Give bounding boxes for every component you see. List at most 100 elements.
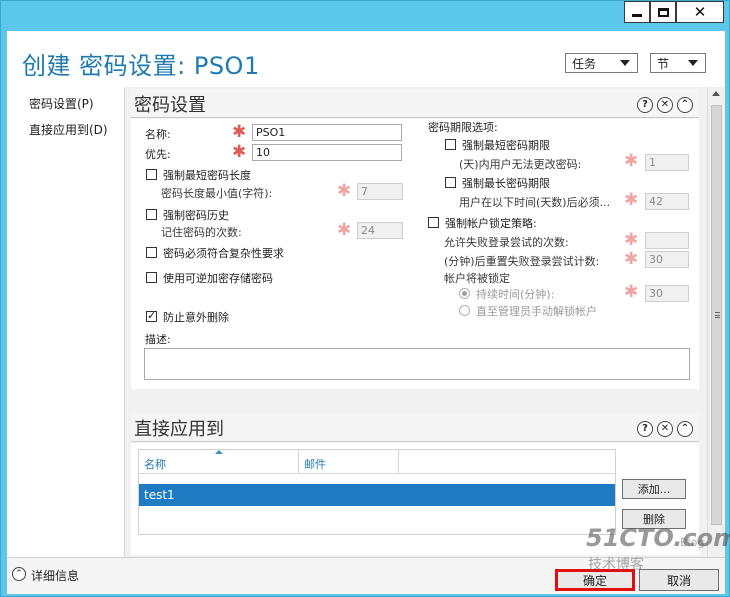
enforce-min-age-checkbox[interactable] <box>445 139 456 150</box>
sections-dropdown-label: 节 <box>657 56 670 71</box>
dialog-client: 创建 密码设置: PSO1 任务 节 密码设置(P) 直接应用到(D) 密码设置… <box>7 31 725 594</box>
header: 创建 密码设置: PSO1 任务 节 <box>7 31 725 87</box>
vertical-scrollbar[interactable] <box>707 87 725 557</box>
nav-item-password-settings[interactable]: 密码设置(P) <box>29 95 94 112</box>
minimize-icon <box>632 14 642 17</box>
min-length-label: 密码长度最小值(字符): <box>161 187 273 200</box>
help-icon[interactable]: ? <box>637 421 653 437</box>
enforce-history-label: 强制密码历史 <box>163 209 229 222</box>
enforce-max-age-label: 强制最长密码期限 <box>462 177 550 190</box>
sections-dropdown[interactable]: 节 <box>650 53 706 73</box>
required-icon: ✱ <box>624 230 639 250</box>
reversible-encryption-checkbox[interactable] <box>146 272 157 283</box>
description-label: 描述: <box>145 333 171 346</box>
grid-header: 名称 邮件 <box>139 450 615 474</box>
ok-button[interactable]: 确定 <box>555 569 635 591</box>
column-header-mail[interactable]: 邮件 <box>304 456 326 472</box>
page-title: 创建 密码设置: PSO1 <box>22 52 260 80</box>
max-age-label: 用户在以下时间(天数)后必须... <box>459 196 611 209</box>
duration-field[interactable]: 30 <box>645 285 689 302</box>
manual-unlock-label: 直至管理员手动解锁帐户 <box>476 305 597 318</box>
lockout-policy-label: 强制帐户锁定策略: <box>445 217 537 230</box>
section-nav: 密码设置(P) 直接应用到(D) <box>7 87 125 557</box>
expand-details-icon[interactable]: ⌃ <box>12 567 26 581</box>
manual-unlock-radio[interactable] <box>459 305 470 316</box>
history-field[interactable]: 24 <box>357 222 403 239</box>
applies-to-grid: 名称 邮件 test1 <box>138 449 616 535</box>
column-header-name[interactable]: 名称 <box>144 456 166 472</box>
required-icon: ✱ <box>232 142 247 162</box>
failed-attempts-field[interactable] <box>645 232 689 249</box>
expiry-options-label: 密码期限选项: <box>428 121 498 134</box>
required-icon: ✱ <box>624 190 639 210</box>
close-icon[interactable]: ✕ <box>657 97 673 113</box>
required-icon: ✱ <box>624 249 639 269</box>
collapse-icon[interactable]: ⌃ <box>677 421 693 437</box>
section-title: 直接应用到 <box>134 419 224 440</box>
collapse-icon[interactable]: ⌃ <box>677 97 693 113</box>
min-age-label: (天)内用户无法更改密码: <box>459 158 582 171</box>
help-icon[interactable]: ? <box>637 97 653 113</box>
duration-radio[interactable] <box>459 288 470 299</box>
required-icon: ✱ <box>624 151 639 171</box>
details-label[interactable]: 详细信息 <box>31 567 79 584</box>
failed-attempts-label: 允许失败登录尝试的次数: <box>444 236 569 249</box>
divider <box>131 117 699 118</box>
dialog-window: ✕ 创建 密码设置: PSO1 任务 节 密码设置(P) 直接应用到(D) 密码… <box>0 0 730 597</box>
password-form: 名称: ✱ PSO1 优先: ✱ 10 强制最短密码长度 密码长度最小值(字符)… <box>131 119 699 389</box>
chevron-down-icon <box>688 60 698 66</box>
nav-item-directly-applies-to[interactable]: 直接应用到(D) <box>29 121 108 138</box>
enforce-min-length-label: 强制最短密码长度 <box>163 169 251 182</box>
tasks-dropdown-label: 任务 <box>572 56 597 71</box>
reversible-encryption-label: 使用可逆加密存储密码 <box>163 272 273 285</box>
scrollbar-thumb[interactable] <box>711 105 722 525</box>
required-icon: ✱ <box>337 220 352 240</box>
chevron-down-icon <box>620 60 630 66</box>
applies-to-panel: 名称 邮件 test1 添加... 删除 <box>131 443 699 555</box>
column-separator[interactable] <box>398 450 399 473</box>
min-length-field[interactable]: 7 <box>357 183 403 200</box>
close-window-button[interactable]: ✕ <box>676 1 724 23</box>
reset-counter-field[interactable]: 30 <box>645 251 689 268</box>
sort-ascending-icon <box>215 450 223 454</box>
remove-button[interactable]: 删除 <box>622 509 686 529</box>
add-button[interactable]: 添加... <box>622 479 686 499</box>
content-scroll-area: 密码设置 ? ✕ ⌃ 名称: ✱ PSO1 优先: ✱ 10 强制最短密码长度 … <box>125 87 707 557</box>
directly-applies-to-section: 直接应用到 ? ✕ ⌃ 名称 邮件 test1 添加... 删除 <box>131 413 699 555</box>
enforce-max-age-checkbox[interactable] <box>445 177 456 188</box>
password-settings-section: 密码设置 ? ✕ ⌃ 名称: ✱ PSO1 优先: ✱ 10 强制最短密码长度 … <box>131 89 699 389</box>
table-row[interactable]: test1 <box>139 484 615 506</box>
enforce-history-checkbox[interactable] <box>146 209 157 220</box>
precedence-field[interactable]: 10 <box>252 144 402 161</box>
scroll-up-icon[interactable] <box>712 91 720 96</box>
close-icon[interactable]: ✕ <box>657 421 673 437</box>
protect-delete-label: 防止意外删除 <box>163 311 229 324</box>
complexity-checkbox[interactable] <box>146 247 157 258</box>
required-icon: ✱ <box>232 122 247 142</box>
close-icon: ✕ <box>693 2 707 21</box>
name-label: 名称: <box>145 128 171 141</box>
grip-icon <box>715 312 720 318</box>
minimize-button[interactable] <box>624 1 650 23</box>
reset-counter-label: (分钟)后重置失败登录尝试计数: <box>444 255 600 268</box>
maximize-button[interactable] <box>650 1 676 23</box>
row-name-cell: test1 <box>144 488 175 502</box>
column-separator[interactable] <box>298 450 299 473</box>
section-title: 密码设置 <box>134 95 206 116</box>
maximize-icon <box>657 7 669 17</box>
description-field[interactable] <box>144 348 690 380</box>
enforce-min-length-checkbox[interactable] <box>146 169 157 180</box>
protect-delete-checkbox[interactable] <box>146 309 157 322</box>
min-age-field[interactable]: 1 <box>645 154 689 171</box>
name-field[interactable]: PSO1 <box>252 124 402 141</box>
required-icon: ✱ <box>624 282 639 302</box>
history-label: 记住密码的次数: <box>161 226 242 239</box>
title-bar: ✕ <box>1 1 730 31</box>
lockout-policy-checkbox[interactable] <box>428 217 439 228</box>
enforce-min-age-label: 强制最短密码期限 <box>462 139 550 152</box>
tasks-dropdown[interactable]: 任务 <box>565 53 638 73</box>
cancel-button[interactable]: 取消 <box>639 569 719 591</box>
footer: ⌃ 详细信息 确定 取消 <box>7 557 725 594</box>
precedence-label: 优先: <box>145 148 171 161</box>
max-age-field[interactable]: 42 <box>645 193 689 210</box>
